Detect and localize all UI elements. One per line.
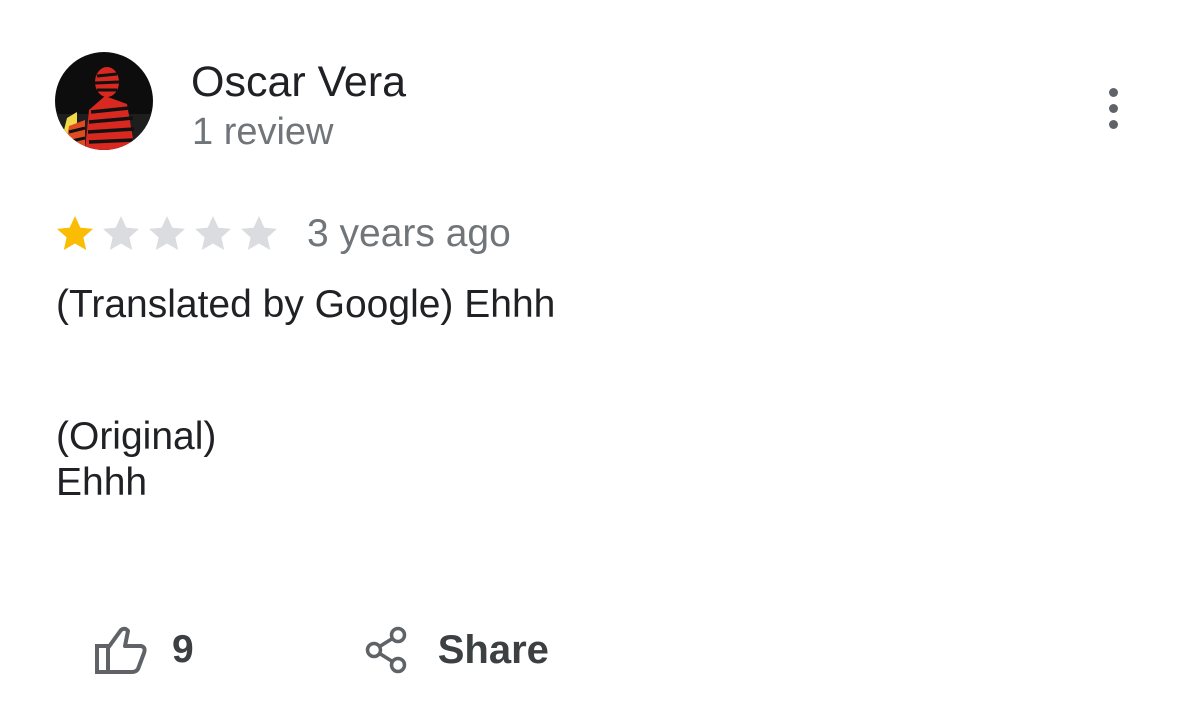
author-review-count: 1 review bbox=[192, 111, 334, 153]
avatar[interactable] bbox=[55, 52, 153, 150]
translated-text: (Translated by Google) Ehhh bbox=[56, 283, 556, 326]
like-button[interactable]: 9 bbox=[94, 624, 194, 676]
avatar-image bbox=[55, 52, 153, 150]
share-label: Share bbox=[437, 627, 549, 672]
review-date: 3 years ago bbox=[307, 212, 511, 255]
like-count: 9 bbox=[172, 628, 194, 671]
more-vert-icon bbox=[1108, 87, 1118, 97]
original-text: Ehhh bbox=[56, 461, 148, 504]
star-filled-icon bbox=[57, 216, 93, 250]
review-actions: 9 Share bbox=[94, 620, 549, 680]
rating-row: 3 years ago bbox=[55, 207, 511, 261]
review-body: (Translated by Google) Ehhh (Original) E… bbox=[56, 282, 555, 506]
more-vert-icon-dot bbox=[1108, 119, 1118, 129]
more-vert-icon-dot bbox=[1108, 103, 1118, 113]
star-empty-icon bbox=[195, 216, 231, 250]
original-heading: (Original) bbox=[56, 415, 217, 458]
share-button[interactable]: Share bbox=[364, 626, 549, 674]
star-empty-icon bbox=[241, 216, 277, 250]
author-name[interactable]: Oscar Vera bbox=[191, 58, 406, 106]
more-options-button[interactable] bbox=[1092, 80, 1134, 136]
share-icon bbox=[365, 626, 406, 674]
star-rating bbox=[55, 214, 279, 254]
star-empty-icon bbox=[149, 216, 185, 250]
star-empty-icon bbox=[103, 216, 139, 250]
thumbs-up-icon bbox=[95, 626, 147, 674]
